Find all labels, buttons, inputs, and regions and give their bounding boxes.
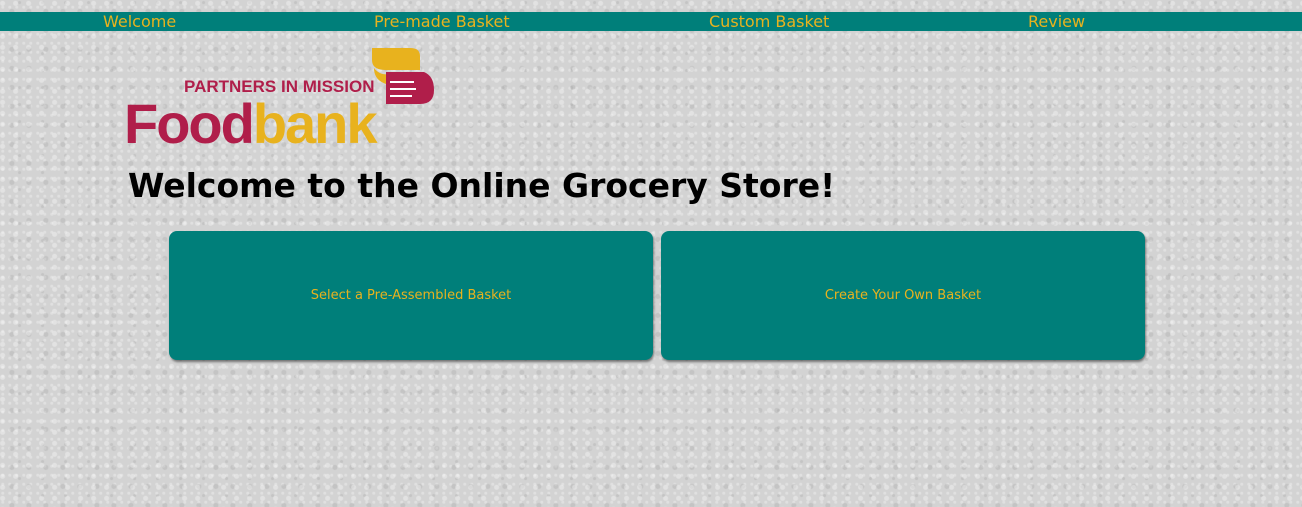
logo-hand-upper [372,48,420,70]
nav-welcome[interactable]: Welcome [103,12,176,31]
page-title: Welcome to the Online Grocery Store! [128,166,836,205]
nav-review[interactable]: Review [1028,12,1085,31]
nav-custom-basket[interactable]: Custom Basket [709,12,829,31]
logo-word-food: Food [124,92,253,148]
select-pre-assembled-basket-button[interactable]: Select a Pre-Assembled Basket [169,231,653,360]
top-nav-bar: Welcome Pre-made Basket Custom Basket Re… [0,12,1302,31]
logo-wordmark: Foodbank [124,92,378,148]
nav-premade-basket[interactable]: Pre-made Basket [374,12,510,31]
foodbank-logo-graphic: PARTNERS IN MISSION Foodbank [124,48,434,155]
logo-word-bank: bank [253,92,379,148]
create-your-own-basket-button[interactable]: Create Your Own Basket [661,231,1145,360]
foodbank-logo: PARTNERS IN MISSION Foodbank [124,44,436,155]
